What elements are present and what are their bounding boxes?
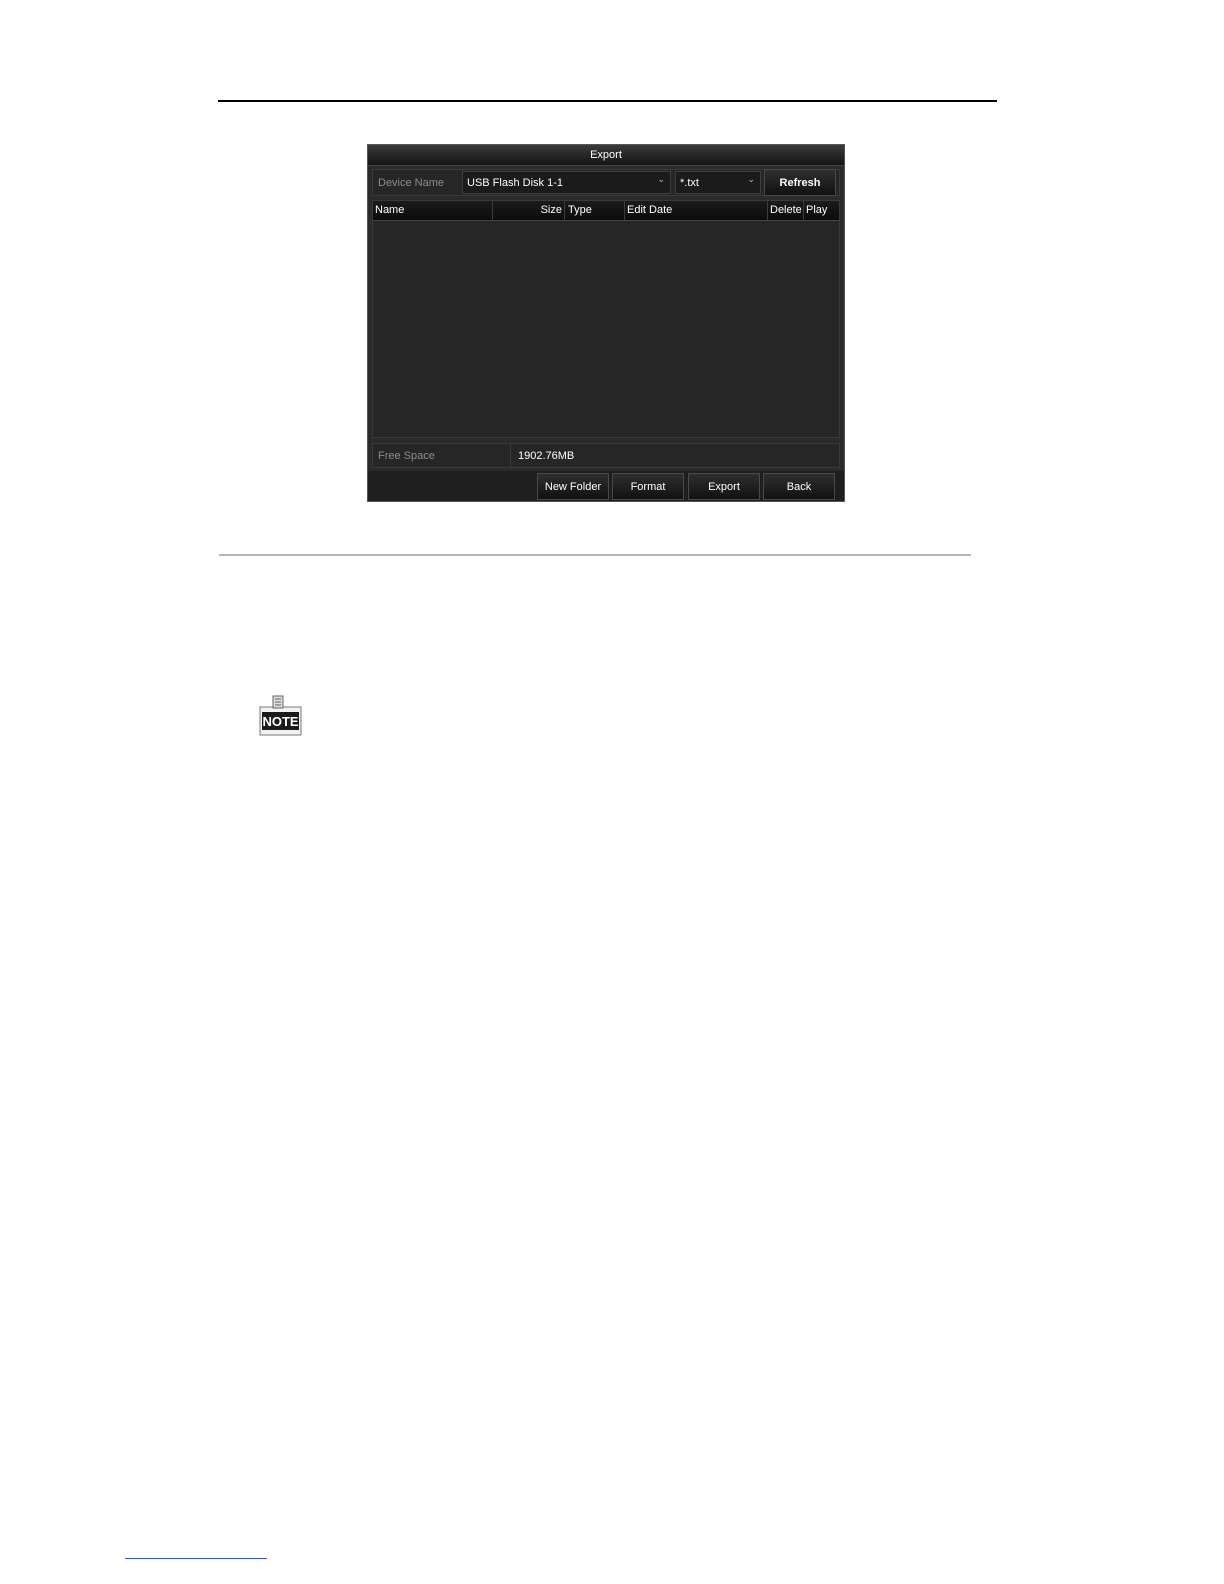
top-rule xyxy=(218,100,997,102)
note-icon: NOTE xyxy=(258,695,303,737)
column-header-play[interactable]: Play xyxy=(804,201,840,220)
format-button[interactable]: Format xyxy=(612,473,684,500)
file-list[interactable]: Name Size Type Edit Date Delete Play xyxy=(372,200,840,438)
refresh-button[interactable]: Refresh xyxy=(764,169,836,196)
note-icon-text: NOTE xyxy=(262,714,298,729)
device-name-label: Device Name xyxy=(378,176,445,189)
chevron-down-icon: ⌄ xyxy=(657,174,665,184)
file-list-header: Name Size Type Edit Date Delete Play xyxy=(373,201,839,221)
back-button[interactable]: Back xyxy=(763,473,835,500)
chevron-down-icon: ⌄ xyxy=(747,174,755,184)
footer-link[interactable] xyxy=(125,1558,267,1559)
dialog-title: Export xyxy=(368,145,844,166)
file-type-select[interactable]: *.txt ⌄ xyxy=(675,171,761,194)
section-rule xyxy=(219,554,971,556)
column-header-delete[interactable]: Delete xyxy=(768,201,804,220)
file-type-select-value: *.txt xyxy=(680,176,699,189)
device-select-value: USB Flash Disk 1-1 xyxy=(467,176,563,189)
new-folder-button[interactable]: New Folder xyxy=(537,473,609,500)
column-header-name[interactable]: Name xyxy=(373,201,493,220)
column-header-edit-date[interactable]: Edit Date xyxy=(625,201,768,220)
column-header-size[interactable]: Size xyxy=(493,201,565,220)
export-button[interactable]: Export xyxy=(688,473,760,500)
column-header-type[interactable]: Type xyxy=(565,201,625,220)
export-dialog: Export Device Name USB Flash Disk 1-1 ⌄ … xyxy=(367,144,845,502)
device-select[interactable]: USB Flash Disk 1-1 ⌄ xyxy=(462,171,671,194)
free-space-value: 1902.76MB xyxy=(518,449,575,462)
free-space-label: Free Space xyxy=(373,444,511,467)
